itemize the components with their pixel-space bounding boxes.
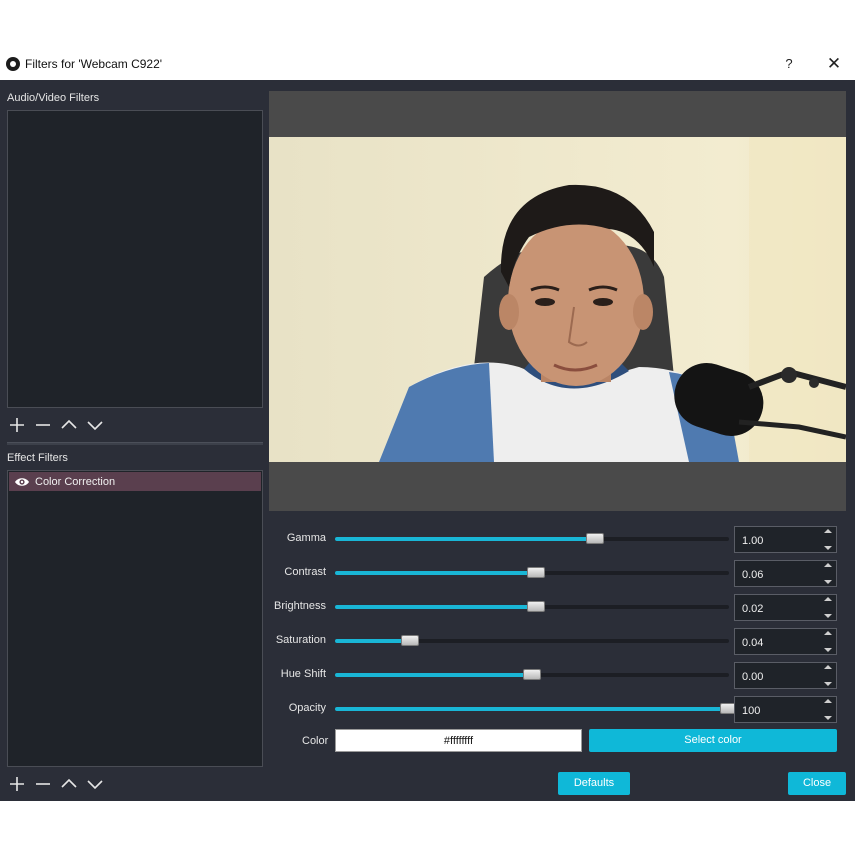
slider-fill [335, 605, 536, 609]
saturation-value: 0.04 [742, 637, 764, 649]
window-title: Filters for 'Webcam C922' [25, 57, 163, 71]
hue-shift-label: Hue Shift [280, 668, 326, 680]
audio-video-filters-list[interactable] [7, 110, 263, 408]
add-effect-button[interactable] [7, 775, 27, 793]
chevron-up-icon [61, 419, 77, 429]
gamma-value: 1.00 [742, 535, 764, 547]
move-up-button[interactable] [59, 416, 79, 434]
select-color-button[interactable]: Select color [589, 729, 837, 752]
audio-video-filters-heading: Audio/Video Filters [7, 92, 100, 104]
filters-window: Audio/Video Filters Effect Filters Color… [0, 80, 855, 801]
slider-fill [335, 673, 532, 677]
saturation-label: Saturation [275, 634, 326, 646]
decrement-arrow-icon[interactable] [824, 716, 832, 720]
opacity-spinbox[interactable]: 100 [734, 696, 837, 723]
decrement-arrow-icon[interactable] [824, 614, 832, 618]
opacity-slider[interactable] [335, 703, 738, 714]
gamma-spinbox[interactable]: 1.00 [734, 526, 837, 553]
increment-arrow-icon[interactable] [824, 699, 832, 703]
add-filter-button[interactable] [7, 416, 27, 434]
audio-video-toolbar [7, 416, 105, 434]
slider-handle[interactable] [526, 601, 545, 612]
minus-icon [36, 783, 50, 785]
gamma-slider[interactable] [335, 533, 729, 544]
slider-handle[interactable] [523, 669, 541, 680]
effect-toolbar [7, 775, 105, 793]
effect-filters-list[interactable]: Color Correction [7, 470, 263, 767]
contrast-slider[interactable] [335, 567, 729, 578]
webcam-image [269, 137, 846, 462]
saturation-slider[interactable] [335, 635, 729, 646]
brightness-label: Brightness [274, 600, 326, 612]
slider-fill [335, 537, 596, 541]
title-bar: Filters for 'Webcam C922' ? ✕ [0, 48, 855, 80]
help-button[interactable]: ? [778, 54, 800, 74]
effect-move-down-button[interactable] [85, 775, 105, 793]
window-close-button[interactable]: ✕ [823, 54, 845, 74]
decrement-arrow-icon[interactable] [824, 546, 832, 550]
increment-arrow-icon[interactable] [824, 597, 832, 601]
effect-filters-heading: Effect Filters [7, 452, 68, 464]
source-preview [269, 91, 846, 511]
contrast-row: Contrast 0.06 [269, 560, 849, 587]
filter-item-label: Color Correction [35, 475, 116, 488]
slider-handle[interactable] [400, 635, 419, 646]
slider-handle[interactable] [526, 567, 545, 578]
contrast-spinbox[interactable]: 0.06 [734, 560, 837, 587]
list-item-color-correction[interactable]: Color Correction [9, 472, 261, 491]
increment-arrow-icon[interactable] [824, 631, 832, 635]
plus-icon [10, 777, 24, 791]
hue-shift-slider[interactable] [335, 669, 729, 680]
chevron-up-icon [61, 778, 77, 788]
close-button[interactable]: Close [788, 772, 846, 795]
brightness-spinbox[interactable]: 0.02 [734, 594, 837, 621]
contrast-label: Contrast [284, 566, 326, 578]
color-label: Color [302, 735, 329, 747]
brightness-row: Brightness 0.02 [269, 594, 849, 621]
chevron-down-icon [87, 421, 103, 431]
hue-shift-row: Hue Shift 0.00 [269, 662, 849, 689]
decrement-arrow-icon[interactable] [824, 682, 832, 686]
slider-fill [335, 639, 410, 643]
effect-move-up-button[interactable] [59, 775, 79, 793]
increment-arrow-icon[interactable] [824, 529, 832, 533]
gamma-label: Gamma [286, 532, 326, 544]
saturation-row: Saturation 0.04 [269, 628, 849, 655]
opacity-row: Opacity 100 [269, 696, 849, 723]
eye-icon[interactable] [14, 476, 30, 488]
saturation-spinbox[interactable]: 0.04 [734, 628, 837, 655]
defaults-button[interactable]: Defaults [558, 772, 630, 795]
contrast-value: 0.06 [742, 569, 764, 581]
decrement-arrow-icon[interactable] [824, 580, 832, 584]
hue-shift-spinbox[interactable]: 0.00 [734, 662, 837, 689]
slider-fill [335, 571, 536, 575]
increment-arrow-icon[interactable] [824, 563, 832, 567]
remove-filter-button[interactable] [33, 416, 53, 434]
decrement-arrow-icon[interactable] [824, 648, 832, 652]
plus-icon [10, 418, 24, 432]
slider-handle[interactable] [586, 533, 605, 544]
increment-arrow-icon[interactable] [824, 665, 832, 669]
gamma-row: Gamma 1.00 [269, 526, 849, 553]
panel-splitter[interactable] [7, 442, 263, 445]
hue-shift-value: 0.00 [742, 671, 764, 683]
minus-icon [36, 424, 50, 426]
remove-effect-button[interactable] [33, 775, 53, 793]
opacity-value: 100 [742, 705, 761, 717]
brightness-value: 0.02 [742, 603, 764, 615]
color-swatch[interactable]: #ffffffff [335, 729, 582, 752]
chevron-down-icon [87, 780, 103, 790]
opacity-label: Opacity [288, 702, 326, 714]
slider-fill [335, 707, 729, 711]
webcam-frame [269, 137, 846, 462]
move-down-button[interactable] [85, 416, 105, 434]
obs-logo-icon [6, 57, 20, 71]
brightness-slider[interactable] [335, 601, 729, 612]
